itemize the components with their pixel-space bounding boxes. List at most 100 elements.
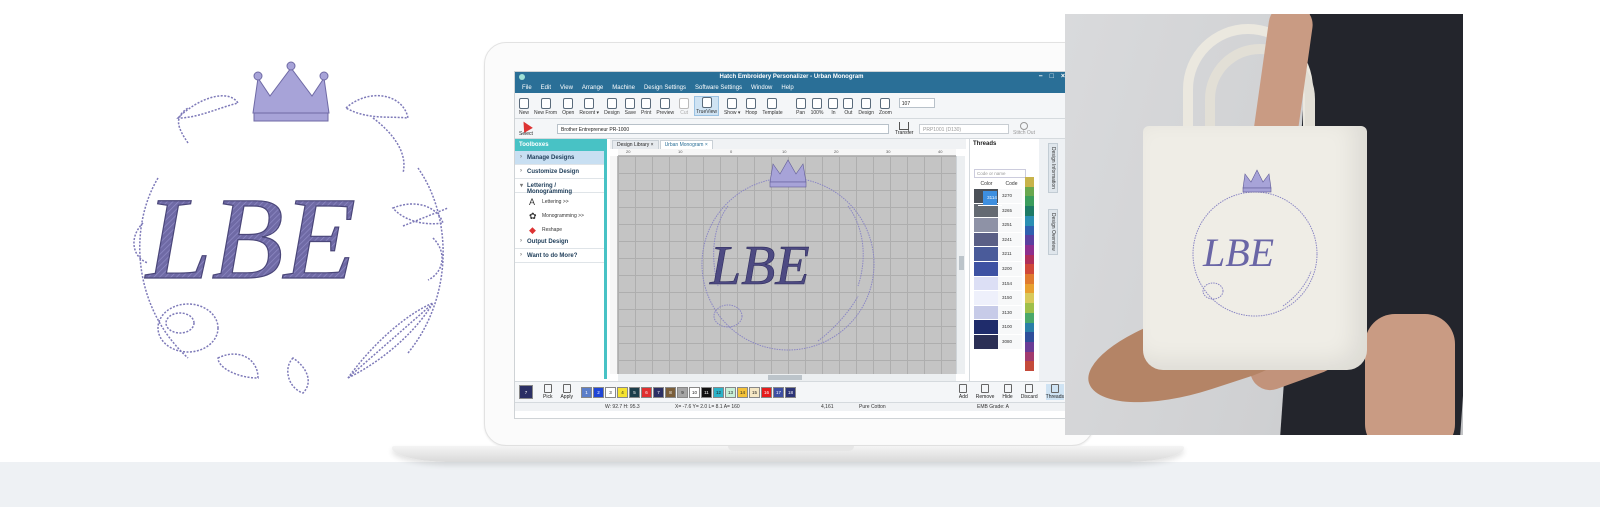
new-button[interactable]: New	[519, 98, 529, 116]
machine-select[interactable]: Brother Entrepreneur PR-1000	[557, 124, 889, 134]
thread-row[interactable]: 3200	[974, 261, 1022, 277]
thread-row[interactable]: 3114	[978, 191, 1002, 206]
thread-search-input[interactable]: Code or name	[974, 169, 1026, 178]
menu-view[interactable]: View	[560, 85, 573, 91]
embroidered-monogram-large: LBE	[133, 61, 449, 394]
color-chip[interactable]: 13	[724, 386, 736, 398]
tab-urban-monogram[interactable]: Urban Monogram ×	[659, 140, 713, 149]
thread-row[interactable]: 3154	[974, 276, 1022, 292]
zoom-design-icon	[861, 98, 872, 109]
hide-button[interactable]: Hide	[1002, 384, 1013, 400]
menu-file[interactable]: File	[522, 85, 532, 91]
thread-color-strip[interactable]	[1025, 177, 1034, 372]
maximize-icon[interactable]: □	[1050, 72, 1054, 82]
color-chip[interactable]: 14	[736, 386, 748, 398]
tab-design-information[interactable]: Design Information	[1048, 143, 1058, 193]
recent-button[interactable]: Recent ▾	[579, 98, 599, 116]
toolbox-output-design[interactable]: Output Design	[515, 235, 604, 249]
color-chip[interactable]: 4	[616, 386, 628, 398]
zoom-100-button[interactable]: 100%	[811, 98, 823, 116]
vertical-scrollbar[interactable]	[956, 156, 965, 374]
template-button[interactable]: Template	[762, 98, 783, 116]
zoom-level-input[interactable]: 107	[898, 98, 935, 108]
menu-help[interactable]: Help	[781, 85, 793, 91]
color-chip[interactable]: 6	[640, 386, 652, 398]
zoom-in-icon	[828, 98, 839, 109]
hoop-button[interactable]: Hoop	[745, 98, 757, 116]
save-button[interactable]: Save	[625, 98, 636, 116]
color-chip[interactable]: 1	[580, 386, 592, 398]
thread-row[interactable]: 3265	[974, 203, 1022, 219]
discard-button[interactable]: Discard	[1021, 384, 1038, 400]
new-from-button[interactable]: New From	[534, 98, 557, 116]
color-chip[interactable]: 18	[784, 386, 796, 398]
color-chip[interactable]: 10	[688, 386, 700, 398]
color-chip[interactable]: 5	[628, 386, 640, 398]
stitch-out-button[interactable]: Stitch Out	[1013, 122, 1035, 136]
menu-software-settings[interactable]: Software Settings	[695, 85, 742, 91]
design-canvas[interactable]: LBE	[618, 156, 956, 374]
title-bar: Hatch Embroidery Personalizer - Urban Mo…	[515, 72, 1066, 82]
current-color-chip[interactable]: 7	[519, 385, 533, 399]
thread-row[interactable]: 3251	[974, 218, 1022, 233]
remove-button[interactable]: Remove	[976, 384, 994, 400]
menu-window[interactable]: Window	[751, 85, 772, 91]
design-button[interactable]: Design	[604, 98, 620, 116]
thread-swatch	[974, 203, 998, 218]
show-button[interactable]: Show ▾	[724, 98, 740, 116]
threads-button[interactable]: Threads	[1045, 384, 1064, 400]
template-icon	[767, 98, 778, 109]
menu-design-settings[interactable]: Design Settings	[644, 85, 686, 91]
select-tool[interactable]: Select	[519, 119, 533, 137]
color-chip[interactable]: 11	[700, 386, 712, 398]
toolbox-manage-designs[interactable]: Manage Designs	[515, 151, 604, 165]
color-chip[interactable]: 15	[748, 386, 760, 398]
pick-button[interactable]: Pick	[543, 384, 552, 400]
thread-row[interactable]: 3150	[974, 291, 1022, 306]
zoom-out-button[interactable]: Out	[843, 98, 854, 116]
toolbox-want-more[interactable]: Want to do More?	[515, 249, 604, 263]
menu-machine[interactable]: Machine	[612, 85, 635, 91]
thread-row[interactable]: 3130	[974, 305, 1022, 321]
pan-button[interactable]: Pan	[795, 98, 806, 116]
horizontal-scrollbar[interactable]	[618, 374, 956, 381]
toolbox-lettering-monogramming[interactable]: Lettering / Monogramming	[515, 179, 604, 195]
tab-design-overview[interactable]: Design Overview	[1048, 209, 1058, 255]
color-chip[interactable]: 8	[664, 386, 676, 398]
thread-row[interactable]: 3080	[974, 334, 1022, 350]
thread-row[interactable]: 3100	[974, 320, 1022, 335]
tab-design-library[interactable]: Design Library ×	[612, 140, 659, 149]
folder-icon	[563, 98, 574, 109]
thread-row[interactable]: 3241	[974, 232, 1022, 248]
transfer-button[interactable]: Transfer	[895, 122, 913, 136]
menu-edit[interactable]: Edit	[541, 85, 551, 91]
color-chip[interactable]: 3	[604, 386, 616, 398]
zoom-design-button[interactable]: Design	[858, 98, 874, 116]
print-button[interactable]: Print	[641, 98, 651, 116]
add-button[interactable]: Add	[959, 384, 968, 400]
color-chip[interactable]: 16	[760, 386, 772, 398]
thread-swatch	[974, 276, 998, 291]
cut-button[interactable]: Cut	[679, 98, 690, 116]
monogramming-tool[interactable]: ✿ Monogramming >>	[515, 207, 604, 221]
menu-arrange[interactable]: Arrange	[582, 85, 603, 91]
color-chip[interactable]: 2	[592, 386, 604, 398]
minimize-icon[interactable]: –	[1039, 72, 1043, 82]
thread-code: 3265	[998, 203, 1022, 218]
zoom-in-button[interactable]: In	[828, 98, 839, 116]
zoom-button[interactable]: Zoom	[879, 98, 892, 116]
apply-button[interactable]: Apply	[560, 384, 573, 400]
toolbox-customize-design[interactable]: Customize Design	[515, 165, 604, 179]
menu-bar: File Edit View Arrange Machine Design Se…	[515, 82, 1066, 93]
color-chip[interactable]: 12	[712, 386, 724, 398]
color-chip[interactable]: 9	[676, 386, 688, 398]
preview-button[interactable]: Preview	[656, 98, 674, 116]
trueview-button[interactable]: TrueView	[694, 96, 719, 116]
hoop-select[interactable]: PRP1001 (D130)	[919, 124, 1009, 134]
open-button[interactable]: Open	[562, 98, 574, 116]
color-chip[interactable]: 17	[772, 386, 784, 398]
thread-row[interactable]: 3211	[974, 247, 1022, 262]
reshape-tool[interactable]: ◆ Reshape	[515, 221, 604, 235]
lettering-tool[interactable]: A Lettering >>	[515, 193, 604, 207]
color-chip[interactable]: 7	[652, 386, 664, 398]
